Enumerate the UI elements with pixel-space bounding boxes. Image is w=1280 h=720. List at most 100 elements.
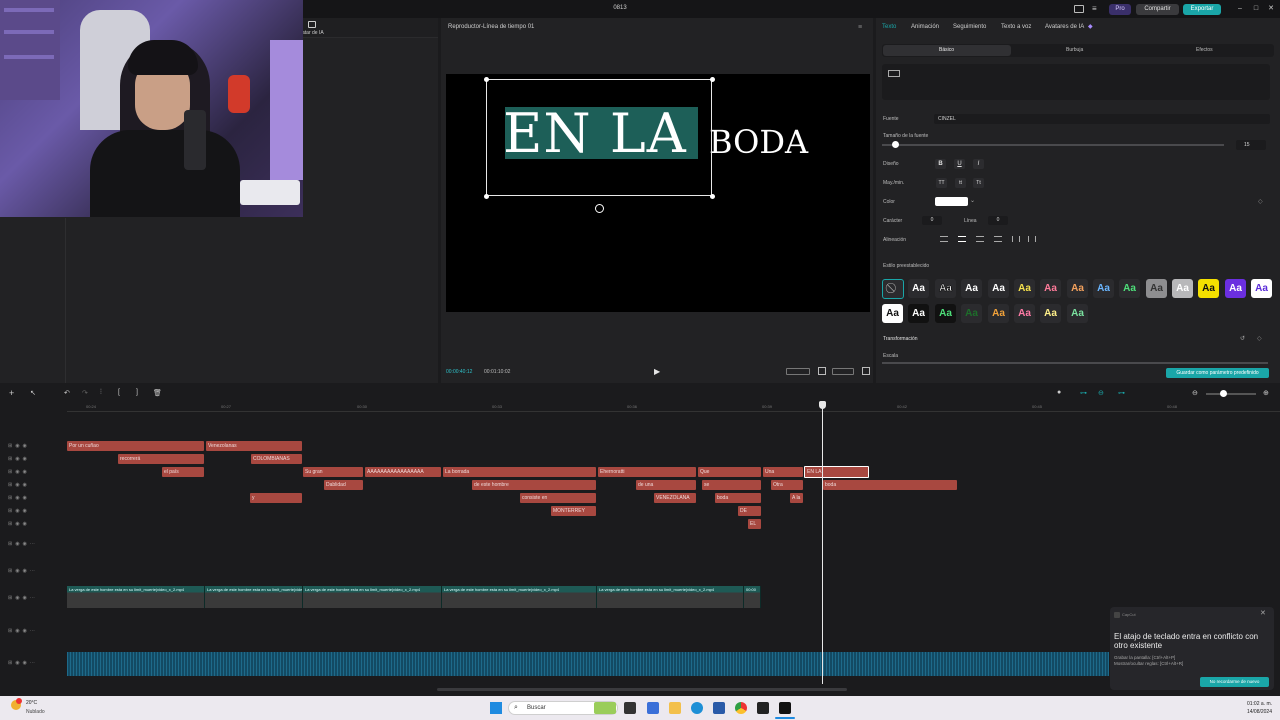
- titlecase-button[interactable]: Tt: [973, 178, 984, 188]
- audio-waveform[interactable]: [67, 652, 1109, 676]
- keyframe-icon[interactable]: ◇: [1257, 335, 1262, 342]
- text-clip[interactable]: Ehernoratti: [598, 467, 696, 477]
- preset-style[interactable]: Aa: [1251, 279, 1272, 298]
- video-clip[interactable]: La verga de este hombre esta en su limit…: [303, 586, 442, 608]
- track-controls[interactable]: ⊞◉◉⋯: [8, 568, 38, 574]
- text-clip[interactable]: COLOMBIANAS: [251, 454, 302, 464]
- subtab-basic[interactable]: Básico: [939, 47, 954, 53]
- tab-text[interactable]: Texto: [882, 24, 896, 30]
- preset-style[interactable]: Aa: [1146, 279, 1167, 298]
- edge-icon[interactable]: [691, 702, 703, 714]
- redo-icon[interactable]: ↷: [82, 389, 88, 397]
- video-clip[interactable]: La verga de este hombre esta en su limit…: [597, 586, 744, 608]
- trim-left-icon[interactable]: [: [118, 389, 120, 396]
- preset-style[interactable]: Aa: [1040, 279, 1061, 298]
- text-clip[interactable]: y: [250, 493, 302, 503]
- notification-close-icon[interactable]: ✕: [1260, 609, 1266, 617]
- track-controls[interactable]: ⊞◉◉: [8, 482, 30, 488]
- preset-style[interactable]: Aa: [988, 279, 1009, 298]
- menu-icon[interactable]: ≡: [1092, 4, 1097, 13]
- text-clip[interactable]: A la: [790, 493, 803, 503]
- preset-style[interactable]: Aa: [988, 304, 1009, 323]
- pro-badge[interactable]: Pro: [1109, 4, 1131, 15]
- undo-icon[interactable]: ↶: [64, 389, 70, 397]
- widget-icon[interactable]: [594, 702, 616, 714]
- preset-style[interactable]: Aa: [1225, 279, 1246, 298]
- preset-style[interactable]: Aa: [908, 279, 929, 298]
- transform-label[interactable]: Transformación: [883, 336, 918, 342]
- ai-avatar-tab-label[interactable]: atar de IA: [302, 30, 324, 36]
- align-justify-icon[interactable]: [994, 236, 1002, 242]
- store-icon[interactable]: [713, 702, 725, 714]
- playhead[interactable]: [822, 402, 823, 684]
- dont-remind-button[interactable]: No recordarme de nuevo: [1200, 677, 1269, 687]
- maximize-icon[interactable]: □: [1249, 3, 1263, 15]
- preset-style[interactable]: Aa: [935, 304, 956, 323]
- preset-style[interactable]: Aa: [882, 304, 903, 323]
- track-controls[interactable]: ⊞◉◉: [8, 495, 30, 501]
- preset-style[interactable]: Aa: [1119, 279, 1140, 298]
- track-controls[interactable]: ⊞◉◉⋯: [8, 541, 38, 547]
- align-center-icon[interactable]: [958, 236, 966, 242]
- minimize-icon[interactable]: –: [1233, 3, 1247, 15]
- character-spacing-input[interactable]: 0: [922, 216, 942, 225]
- preset-style[interactable]: Aa: [1014, 279, 1035, 298]
- clock-time[interactable]: 01:02 a. m.: [1232, 701, 1272, 707]
- alignment-buttons[interactable]: [940, 235, 1040, 244]
- fullscreen-icon[interactable]: [862, 367, 870, 375]
- align-right-icon[interactable]: [976, 236, 984, 242]
- track-controls[interactable]: ⊞◉◉: [8, 469, 30, 475]
- ai-avatar-icon[interactable]: [308, 21, 316, 28]
- overlay-text-second[interactable]: BODA: [709, 123, 808, 161]
- video-clip[interactable]: La verga de este hombre esta en su limit…: [442, 586, 597, 608]
- lowercase-button[interactable]: tt: [955, 178, 966, 188]
- preset-style[interactable]: Aa: [1040, 304, 1061, 323]
- preset-style[interactable]: Aa: [908, 304, 929, 323]
- save-preset-button[interactable]: Guardar como parámetro predefinido: [1166, 368, 1269, 378]
- preset-style[interactable]: Aa: [1172, 279, 1193, 298]
- text-clip[interactable]: recorrerá: [118, 454, 204, 464]
- app-icon[interactable]: [647, 702, 659, 714]
- text-clip[interactable]: Otra: [771, 480, 803, 490]
- text-clip[interactable]: se: [702, 480, 761, 490]
- subtab-effects[interactable]: Efectos: [1196, 47, 1213, 53]
- align-left-icon[interactable]: [940, 236, 948, 242]
- resize-handle[interactable]: [484, 194, 489, 199]
- text-input-area[interactable]: [882, 64, 1270, 100]
- track-controls[interactable]: ⊞◉◉: [8, 443, 30, 449]
- text-clip[interactable]: AAAAAAAAAAAAAAAAA: [365, 467, 441, 477]
- font-size-value[interactable]: 15: [1236, 140, 1266, 150]
- preset-style[interactable]: Aa: [1067, 279, 1088, 298]
- resize-handle[interactable]: [710, 194, 715, 199]
- preset-style[interactable]: Aa: [1067, 304, 1088, 323]
- snap-icon[interactable]: ⊶: [1118, 389, 1125, 397]
- resize-handle[interactable]: [710, 77, 715, 82]
- preset-style[interactable]: Aa: [961, 304, 982, 323]
- text-clip[interactable]: La borrada: [443, 467, 596, 477]
- text-clip[interactable]: DE: [738, 506, 761, 516]
- task-view-icon[interactable]: [624, 702, 636, 714]
- trim-right-icon[interactable]: ]: [136, 389, 138, 396]
- text-clip[interactable]: VENEZOLANA: [654, 493, 696, 503]
- underline-button[interactable]: U: [954, 159, 965, 169]
- tab-tracking[interactable]: Seguimiento: [953, 24, 986, 30]
- file-explorer-icon[interactable]: [669, 702, 681, 714]
- font-select[interactable]: CINZEL: [934, 114, 1270, 124]
- subtab-bubble[interactable]: Burbuja: [1066, 47, 1083, 53]
- text-clip[interactable]: Su gran: [303, 467, 363, 477]
- zoom-slider[interactable]: [1206, 393, 1256, 395]
- text-clip[interactable]: EL: [748, 519, 761, 529]
- clock-date[interactable]: 14/08/2024: [1232, 709, 1272, 715]
- ratio-button[interactable]: [786, 368, 810, 375]
- text-clip[interactable]: Venezolanas: [206, 441, 302, 451]
- line-spacing-input[interactable]: 0: [988, 216, 1008, 225]
- vertical-align-icon[interactable]: [1012, 236, 1020, 242]
- text-clip[interactable]: Una: [763, 467, 803, 477]
- text-clip[interactable]: boda: [823, 480, 957, 490]
- video-clip[interactable]: La verga de este hombre esta en su limit…: [67, 586, 205, 608]
- rotate-handle-icon[interactable]: [595, 204, 604, 213]
- text-clip[interactable]: de una: [636, 480, 696, 490]
- zoom-knob[interactable]: [1220, 390, 1227, 397]
- preset-style[interactable]: Aa: [1198, 279, 1219, 298]
- chevron-down-icon[interactable]: ⌄: [970, 197, 975, 204]
